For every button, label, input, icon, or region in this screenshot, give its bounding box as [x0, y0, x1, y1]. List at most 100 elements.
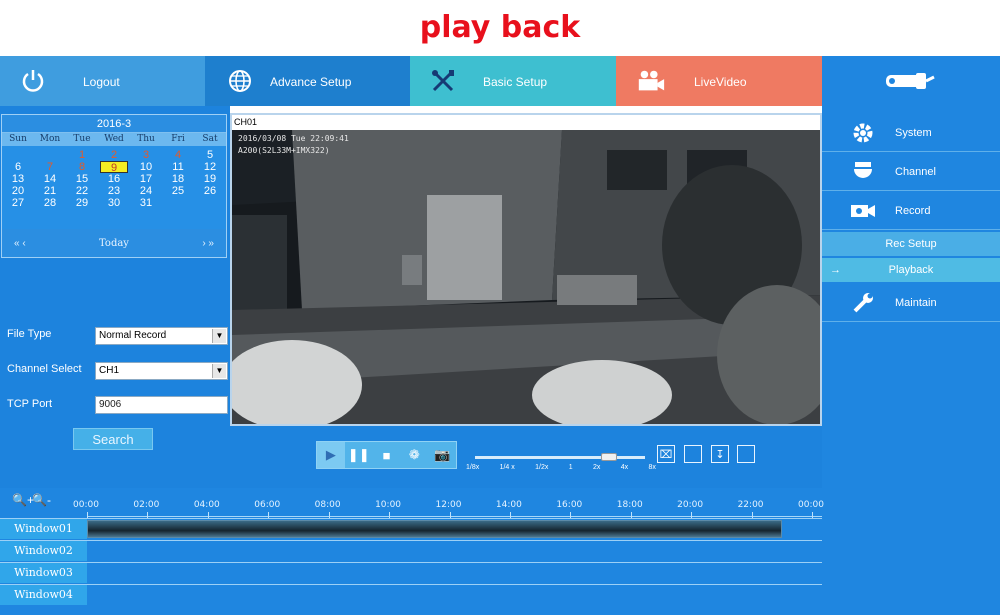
- file-type-select[interactable]: Normal Record ▼: [95, 327, 228, 345]
- calendar-day[interactable]: 13: [2, 173, 34, 185]
- download-icon: ↧: [715, 448, 725, 461]
- calendar-day[interactable]: 4: [162, 149, 194, 161]
- calendar-day[interactable]: 19: [194, 173, 226, 185]
- pause-button[interactable]: ❚❚: [345, 442, 373, 468]
- tab-logout-label: Logout: [83, 75, 120, 89]
- snapshot-button[interactable]: 📷: [428, 442, 456, 468]
- tab-basic-setup[interactable]: Basic Setup: [410, 56, 616, 106]
- window-track[interactable]: [87, 541, 822, 561]
- timeline-hour-label: 22:00: [737, 500, 764, 510]
- calendar-day[interactable]: 17: [130, 173, 162, 185]
- calendar-day[interactable]: 20: [2, 185, 34, 197]
- calendar-empty-cell: [162, 197, 194, 209]
- speed-labels: 1/8x 1/4 x 1/2x 1 2x 4x 8x: [466, 464, 656, 471]
- calendar-day[interactable]: 24: [130, 185, 162, 197]
- banner-title: play back: [419, 10, 581, 45]
- video-viewport[interactable]: CH01 2016/03/08 Tue 22:09:41 A200(S2L33M…: [230, 113, 822, 426]
- transport-controls: ▶ ❚❚ ■ ❁ 📷: [316, 441, 457, 469]
- calendar-day[interactable]: 10: [130, 161, 162, 173]
- timeline-hour-label: 02:00: [133, 500, 160, 510]
- speed-slider-handle[interactable]: [601, 453, 617, 461]
- zoom-in-icon[interactable]: 🔍+: [12, 493, 34, 507]
- recording-segment[interactable]: [87, 520, 782, 538]
- submenu-rec-setup[interactable]: Rec Setup: [822, 232, 1000, 256]
- gear-icon: [850, 123, 876, 143]
- calendar-empty-cell: [2, 149, 34, 161]
- tab-logout[interactable]: Logout: [0, 56, 205, 106]
- calendar-day[interactable]: 15: [66, 173, 98, 185]
- calendar-day[interactable]: 25: [162, 185, 194, 197]
- menu-system[interactable]: System: [822, 114, 1000, 152]
- tab-live-video[interactable]: LiveVideo: [616, 56, 822, 106]
- calendar-day[interactable]: 11: [162, 161, 194, 173]
- calendar-day[interactable]: 22: [66, 185, 98, 197]
- calendar-day[interactable]: 23: [98, 185, 130, 197]
- file-type-label: File Type: [7, 328, 52, 340]
- timeline-hour-label: 06:00: [254, 500, 281, 510]
- menu-maintain[interactable]: Maintain: [822, 284, 1000, 322]
- search-button[interactable]: Search: [73, 428, 153, 450]
- calendar-day[interactable]: 2: [98, 149, 130, 161]
- weekday-label: Sun: [9, 134, 27, 144]
- calendar-day[interactable]: 26: [194, 185, 226, 197]
- weekday-label: Wed: [104, 134, 124, 144]
- submenu-playback[interactable]: → Playback: [822, 258, 1000, 282]
- calendar-day[interactable]: 16: [98, 173, 130, 185]
- calendar-day[interactable]: 28: [34, 197, 66, 209]
- calendar-day[interactable]: 1: [66, 149, 98, 161]
- camera-icon: 📷: [433, 447, 451, 462]
- calendar-day[interactable]: 29: [66, 197, 98, 209]
- clip-button[interactable]: ❁: [400, 442, 428, 468]
- window-track[interactable]: [87, 563, 822, 583]
- calendar-day[interactable]: 12: [194, 161, 226, 173]
- calendar-day[interactable]: 9: [100, 161, 128, 174]
- window-label: Window02: [0, 541, 87, 561]
- menu-channel[interactable]: Channel: [822, 153, 1000, 191]
- weekday-label: Fri: [171, 134, 185, 144]
- timeline-hour-label: 00:00: [73, 500, 99, 510]
- calendar-month: 2016-3: [2, 115, 226, 133]
- calendar-day[interactable]: 6: [2, 161, 34, 173]
- tab-advance-setup[interactable]: Advance Setup: [205, 56, 410, 106]
- timeline-hour-label: 16:00: [556, 500, 583, 510]
- calendar-today-button[interactable]: Today: [2, 238, 226, 249]
- fullscreen-button[interactable]: [737, 445, 755, 463]
- calendar-day[interactable]: 14: [34, 173, 66, 185]
- menu-record[interactable]: Record: [822, 192, 1000, 230]
- calendar-next-button[interactable]: › »: [202, 238, 214, 249]
- timeline-hour-label: 20:00: [677, 500, 704, 510]
- right-sidebar: System Channel Record Rec Setup → Playba…: [822, 106, 1000, 615]
- close-all-button[interactable]: ⌧: [657, 445, 675, 463]
- menu-system-label: System: [895, 127, 932, 139]
- calendar-day[interactable]: 21: [34, 185, 66, 197]
- calendar-day[interactable]: 5: [194, 149, 226, 161]
- timeline-window-row[interactable]: Window01: [0, 518, 822, 539]
- weekday-label: Tue: [73, 134, 91, 144]
- calendar-day[interactable]: 3: [130, 149, 162, 161]
- calendar-day[interactable]: 18: [162, 173, 194, 185]
- single-view-button[interactable]: [684, 445, 702, 463]
- calendar-day[interactable]: 8: [66, 161, 98, 173]
- timeline: 🔍+ 🔍- 00:00 02:00 04:00 06:00 08:00 10:00 12:0…: [0, 488, 824, 615]
- calendar-day[interactable]: 7: [34, 161, 66, 173]
- timeline-window-row[interactable]: Window04: [0, 584, 822, 605]
- calendar-day[interactable]: 31: [130, 197, 162, 209]
- window-track[interactable]: [87, 585, 822, 605]
- dropdown-arrow-icon: ▼: [212, 364, 226, 378]
- timeline-window-row[interactable]: Window02: [0, 540, 822, 561]
- film-reel-icon: ❁: [408, 447, 420, 462]
- calendar-day[interactable]: 30: [98, 197, 130, 209]
- menu-maintain-label: Maintain: [895, 297, 937, 309]
- tcp-port-input[interactable]: 9006: [95, 396, 228, 414]
- speed-slider[interactable]: [475, 453, 645, 461]
- stop-button[interactable]: ■: [373, 442, 401, 468]
- timeline-window-row[interactable]: Window03: [0, 562, 822, 583]
- calendar-day[interactable]: 27: [2, 197, 34, 209]
- download-button[interactable]: ↧: [711, 445, 729, 463]
- speed-label: 1: [568, 464, 573, 471]
- channel-select[interactable]: CH1 ▼: [95, 362, 228, 380]
- play-button[interactable]: ▶: [317, 442, 345, 468]
- tab-basic-setup-label: Basic Setup: [483, 75, 548, 89]
- zoom-out-icon[interactable]: 🔍-: [32, 493, 51, 507]
- window-label: Window01: [0, 519, 87, 539]
